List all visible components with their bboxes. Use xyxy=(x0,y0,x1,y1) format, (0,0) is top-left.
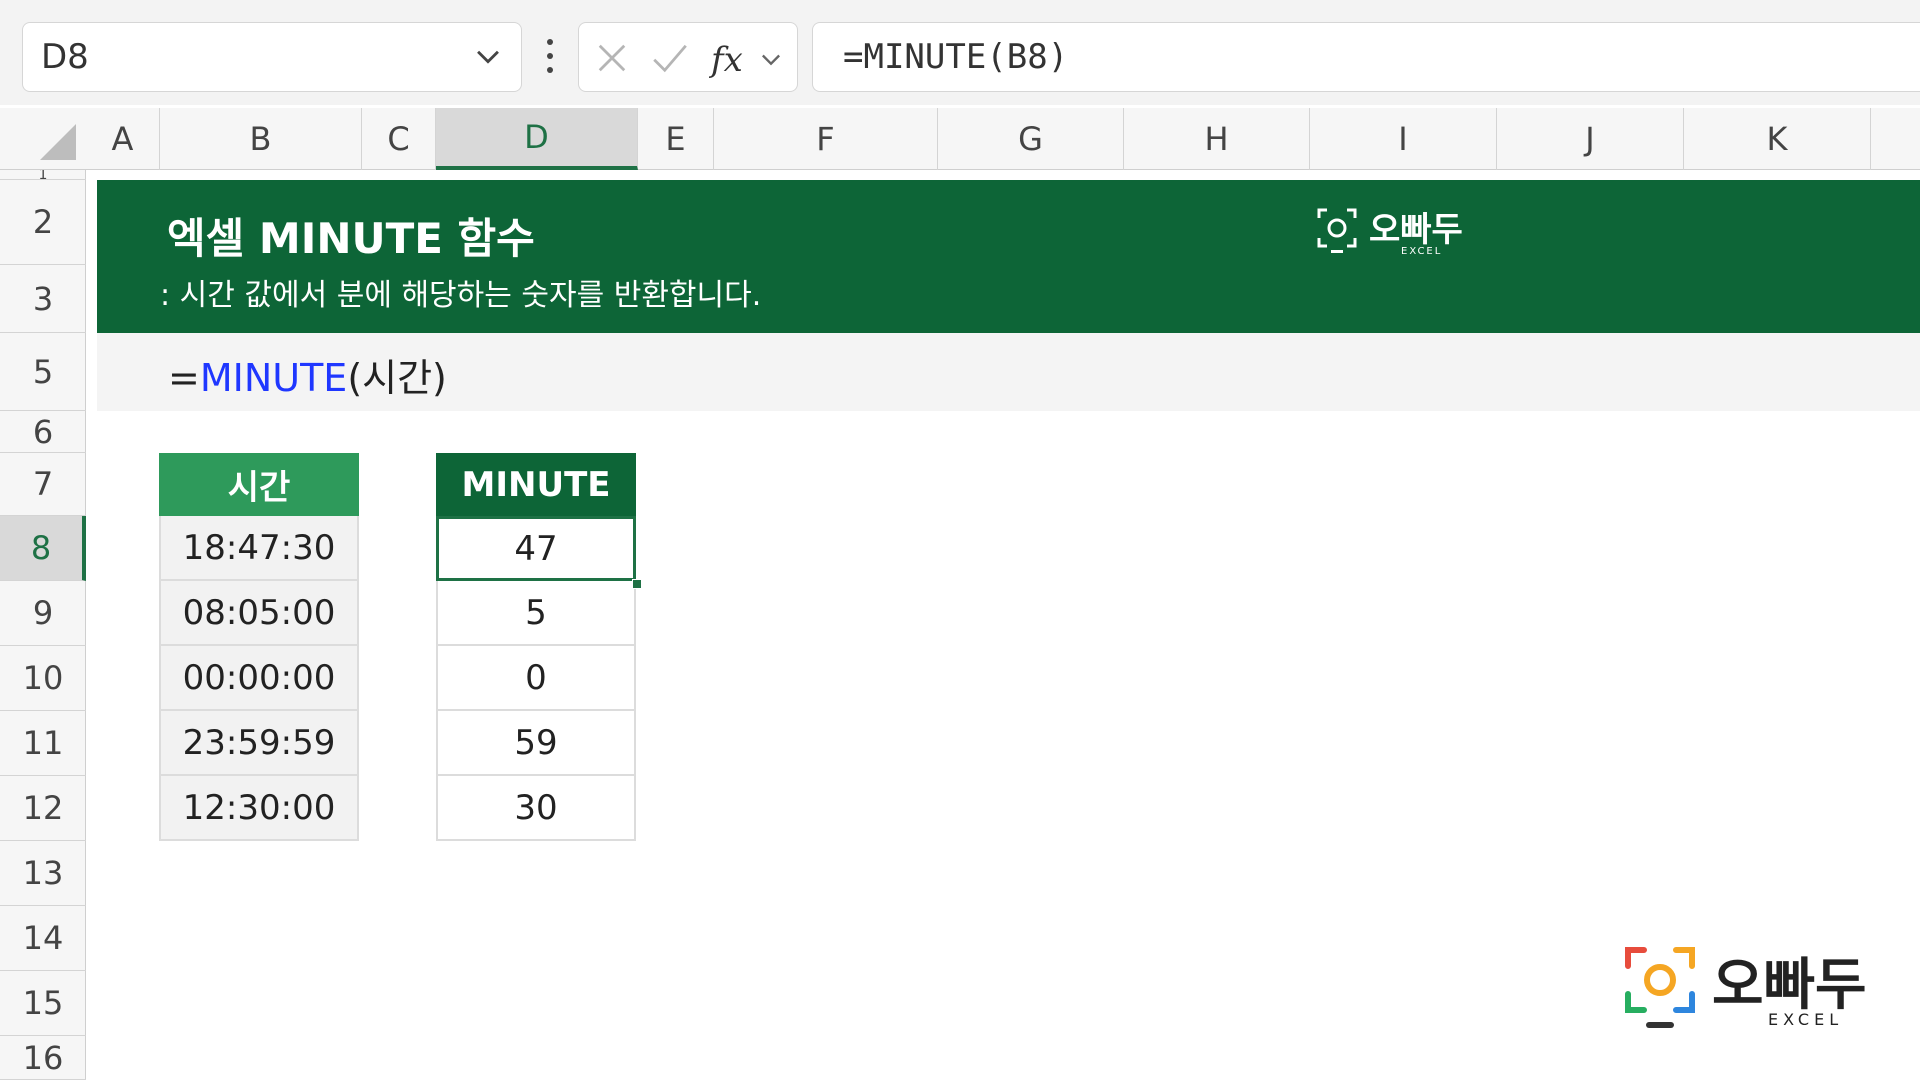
row-header-13[interactable]: 13 xyxy=(0,841,86,906)
column-header-k[interactable]: K xyxy=(1684,108,1871,170)
banner-title: 엑셀 MINUTE 함수 xyxy=(167,214,535,263)
row-header-16[interactable]: 16 xyxy=(0,1036,86,1080)
column-header-c[interactable]: C xyxy=(362,108,436,170)
banner-subtitle: : 시간 값에서 분에 해당하는 숫자를 반환합니다. xyxy=(160,278,762,313)
row-header-10[interactable]: 10 xyxy=(0,646,86,711)
formula-controls: fx xyxy=(578,22,798,92)
camera-logo-icon xyxy=(1625,947,1695,1028)
row-header-1[interactable]: 1 xyxy=(0,170,86,180)
row-header-12[interactable]: 12 xyxy=(0,776,86,841)
column-header-j[interactable]: J xyxy=(1497,108,1684,170)
insert-function-fx-icon[interactable]: fx xyxy=(709,33,753,83)
column-header-g[interactable]: G xyxy=(938,108,1124,170)
name-box[interactable]: D8 xyxy=(22,22,522,92)
fill-handle[interactable] xyxy=(632,579,642,589)
column-header-f[interactable]: F xyxy=(714,108,938,170)
chevron-down-icon[interactable] xyxy=(471,39,505,73)
confirm-check-icon[interactable] xyxy=(647,37,693,79)
name-box-value: D8 xyxy=(41,37,89,77)
minute-cell[interactable]: 5 xyxy=(436,581,636,646)
column-header-d[interactable]: D xyxy=(436,108,638,170)
time-cell[interactable]: 12:30:00 xyxy=(159,776,359,841)
minute-cell[interactable]: 30 xyxy=(436,776,636,841)
time-cell[interactable]: 00:00:00 xyxy=(159,646,359,711)
watermark-logo: 오빠두 EXCEL xyxy=(1620,940,1890,1040)
row-header-6[interactable]: 6 xyxy=(0,411,86,453)
column-header-b[interactable]: B xyxy=(160,108,362,170)
minute-cell[interactable]: 0 xyxy=(436,646,636,711)
row-header-3[interactable]: 3 xyxy=(0,265,86,333)
formula-input[interactable]: =MINUTE(B8) xyxy=(812,22,1920,92)
row-header-5[interactable]: 5 xyxy=(0,333,86,411)
syntax-text: =MINUTE(시간) xyxy=(168,347,447,402)
row-header-7[interactable]: 7 xyxy=(0,453,86,516)
select-all-corner[interactable] xyxy=(0,108,86,170)
time-cell[interactable]: 18:47:30 xyxy=(159,516,359,581)
row-header-9[interactable]: 9 xyxy=(0,581,86,646)
minute-table-header[interactable]: MINUTE xyxy=(436,453,636,516)
row-header-8[interactable]: 8 xyxy=(0,516,86,581)
cancel-icon[interactable] xyxy=(591,37,633,79)
row-header-11[interactable]: 11 xyxy=(0,711,86,776)
time-cell[interactable]: 08:05:00 xyxy=(159,581,359,646)
watermark-logo-text: 오빠두 xyxy=(1712,953,1867,1018)
syntax-prefix: = xyxy=(168,356,200,400)
syntax-args: (시간) xyxy=(347,356,447,400)
minute-cell[interactable]: 59 xyxy=(436,711,636,776)
minute-cell-active[interactable]: 47 xyxy=(436,516,636,581)
row-header-14[interactable]: 14 xyxy=(0,906,86,971)
syntax-function-name: MINUTE xyxy=(199,356,348,400)
formula-text: =MINUTE(B8) xyxy=(843,37,1069,77)
time-cell[interactable]: 23:59:59 xyxy=(159,711,359,776)
column-header-h[interactable]: H xyxy=(1124,108,1310,170)
svg-text:fx: fx xyxy=(709,40,743,80)
banner-logo: 오빠두 EXCEL xyxy=(1315,202,1475,260)
banner-logo-sub: EXCEL xyxy=(1401,246,1443,257)
watermark-logo-sub: EXCEL xyxy=(1768,1010,1844,1029)
column-header-a[interactable]: A xyxy=(86,108,160,170)
row-header-2[interactable]: 2 xyxy=(0,180,86,265)
camera-logo-icon xyxy=(1317,208,1357,253)
column-header-i[interactable]: I xyxy=(1310,108,1497,170)
time-table-header[interactable]: 시간 xyxy=(159,453,359,516)
more-options-icon[interactable] xyxy=(544,36,556,76)
row-header-15[interactable]: 15 xyxy=(0,971,86,1036)
chevron-down-icon[interactable] xyxy=(757,45,785,73)
banner-logo-text: 오빠두 xyxy=(1369,210,1463,250)
column-header-e[interactable]: E xyxy=(638,108,714,170)
